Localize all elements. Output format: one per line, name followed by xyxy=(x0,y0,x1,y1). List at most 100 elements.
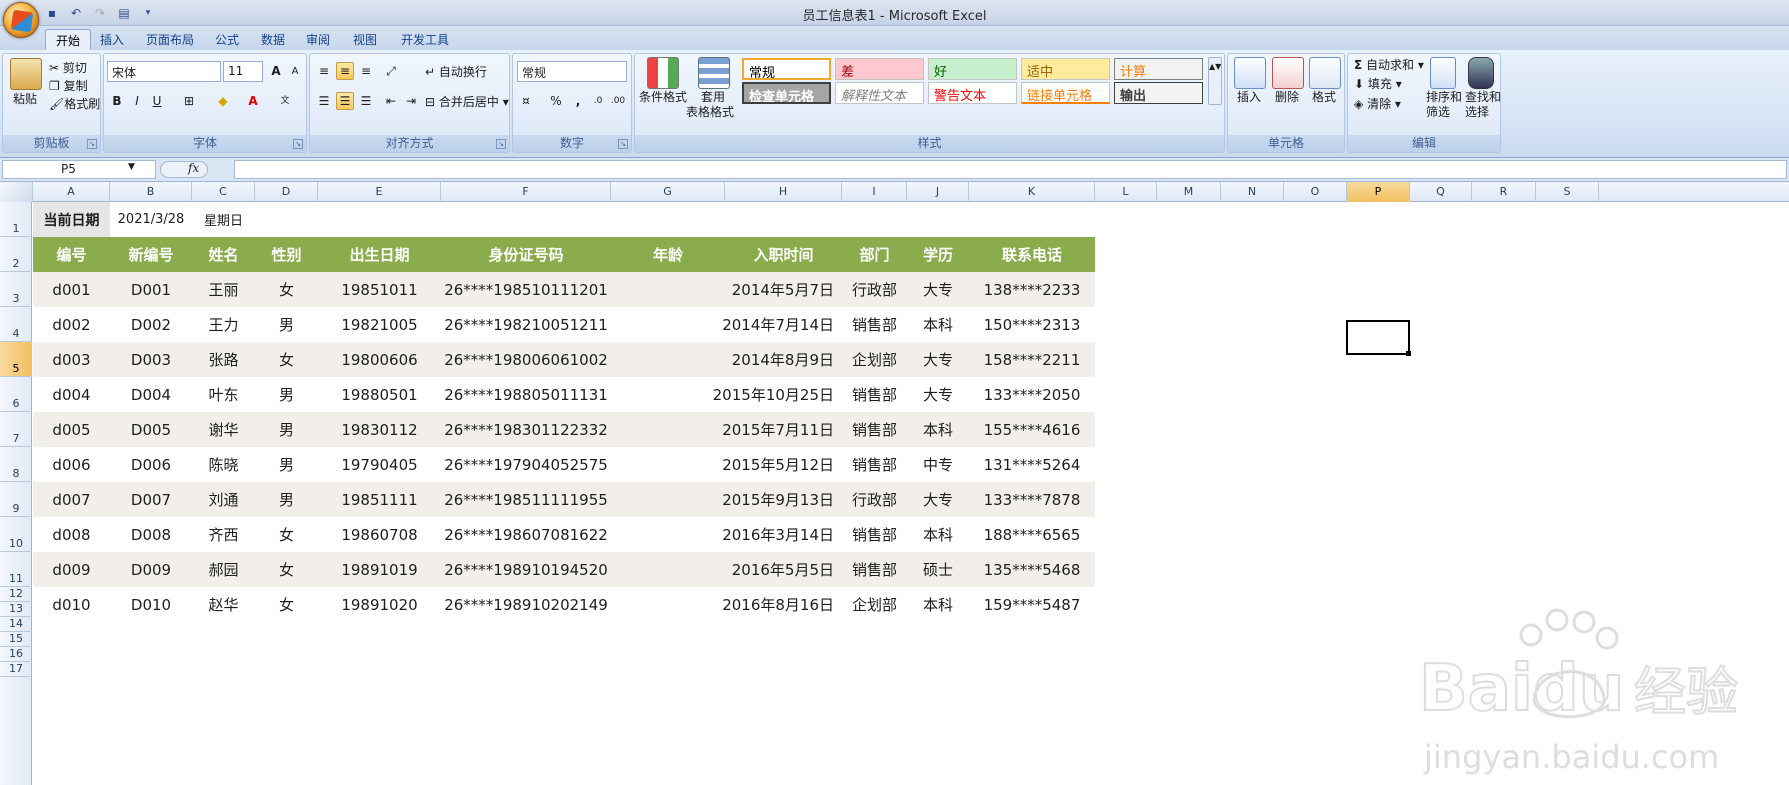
table-cell[interactable]: 王丽 xyxy=(192,272,255,307)
table-cell[interactable]: d003 xyxy=(33,342,110,377)
table-cell[interactable]: d010 xyxy=(33,587,110,622)
fx-icon[interactable]: fx xyxy=(188,161,199,175)
column-header-S[interactable]: S xyxy=(1536,182,1599,202)
table-cell[interactable]: 销售部 xyxy=(842,377,907,412)
save-icon[interactable]: ▪ xyxy=(44,5,60,21)
table-cell[interactable]: 19830112 xyxy=(318,412,441,447)
table-cell[interactable]: 本科 xyxy=(907,517,969,552)
underline-button[interactable]: U xyxy=(148,92,166,110)
office-button[interactable] xyxy=(3,2,39,38)
table-cell[interactable]: D005 xyxy=(110,412,192,447)
tab-0[interactable]: 开始 xyxy=(45,29,92,50)
table-cell[interactable]: 男 xyxy=(255,412,318,447)
column-header-J[interactable]: J xyxy=(907,182,969,202)
delete-button[interactable]: 删除 xyxy=(1275,88,1299,105)
table-cell[interactable]: D008 xyxy=(110,517,192,552)
table-cell[interactable] xyxy=(611,587,725,622)
table-cell[interactable]: 26****198607081622 xyxy=(441,517,611,552)
clipboard-launcher-icon[interactable]: ↘ xyxy=(87,139,97,149)
table-cell[interactable]: 企划部 xyxy=(842,342,907,377)
cell-style-3[interactable]: 适中 xyxy=(1021,58,1110,80)
column-title[interactable]: 入职时间 xyxy=(725,237,842,272)
conditional-format-button[interactable]: 条件格式 xyxy=(639,88,687,105)
column-header-P[interactable]: P xyxy=(1347,182,1410,202)
align-left-icon[interactable]: ☰ xyxy=(315,92,333,110)
table-cell[interactable]: 26****198210051211 xyxy=(441,307,611,342)
table-cell[interactable]: 2015年10月25日 xyxy=(713,377,842,412)
table-cell[interactable]: 2015年7月11日 xyxy=(722,412,842,447)
currency-icon[interactable]: ¤ xyxy=(517,92,535,110)
cell-style-1[interactable]: 差 xyxy=(835,58,924,80)
tab-7[interactable]: 开发工具 xyxy=(391,29,459,50)
table-cell[interactable] xyxy=(611,272,725,307)
table-cell[interactable]: 2016年5月5日 xyxy=(725,552,842,587)
percent-button[interactable]: % xyxy=(547,92,565,110)
table-cell[interactable]: 131****5264 xyxy=(969,447,1095,482)
table-cell[interactable]: 张路 xyxy=(192,342,255,377)
align-bottom-icon[interactable]: ≡ xyxy=(357,62,375,80)
fill-color-icon[interactable]: ◆ xyxy=(214,92,232,110)
alignment-launcher-icon[interactable]: ↘ xyxy=(496,139,506,149)
weekday-cell[interactable]: 星期日 xyxy=(192,202,255,237)
table-cell[interactable]: 大专 xyxy=(907,342,969,377)
row-header-5[interactable]: 5 xyxy=(0,342,32,377)
column-header-F[interactable]: F xyxy=(441,182,611,202)
find-label-2[interactable]: 选择 xyxy=(1465,103,1489,120)
tab-6[interactable]: 视图 xyxy=(343,29,387,50)
table-cell[interactable]: 2014年7月14日 xyxy=(722,307,842,342)
row-header-13[interactable]: 13 xyxy=(0,602,32,617)
sort-label-2[interactable]: 筛选 xyxy=(1426,103,1450,120)
table-cell[interactable]: 叶东 xyxy=(192,377,255,412)
row-header-17[interactable]: 17 xyxy=(0,662,32,677)
column-title[interactable]: 部门 xyxy=(842,237,907,272)
table-cell[interactable]: 本科 xyxy=(907,307,969,342)
wrap-text-button[interactable]: ↵ 自动换行 xyxy=(425,63,487,80)
table-cell[interactable]: 19891020 xyxy=(318,587,441,622)
select-all-corner[interactable] xyxy=(0,182,33,202)
column-title[interactable]: 学历 xyxy=(907,237,969,272)
table-cell[interactable]: 男 xyxy=(255,307,318,342)
binoculars-icon[interactable] xyxy=(1468,57,1494,89)
column-header-D[interactable]: D xyxy=(255,182,318,202)
customize-icon[interactable]: ▾ xyxy=(140,5,156,21)
table-cell[interactable]: d008 xyxy=(33,517,110,552)
column-title[interactable]: 姓名 xyxy=(192,237,255,272)
table-cell[interactable]: 陈晓 xyxy=(192,447,255,482)
table-cell[interactable]: 行政部 xyxy=(842,482,907,517)
delete-cells-icon[interactable] xyxy=(1272,57,1304,89)
table-cell[interactable]: 19851111 xyxy=(318,482,441,517)
table-cell[interactable]: 大专 xyxy=(907,377,969,412)
table-cell[interactable]: 188****6565 xyxy=(969,517,1095,552)
column-header-A[interactable]: A xyxy=(33,182,110,202)
table-cell[interactable] xyxy=(611,552,725,587)
font-name-select[interactable]: 宋体 xyxy=(107,61,221,82)
comma-button[interactable]: , xyxy=(569,92,587,110)
table-cell[interactable]: 王力 xyxy=(192,307,255,342)
column-header-G[interactable]: G xyxy=(611,182,725,202)
table-cell[interactable]: 133****7878 xyxy=(969,482,1095,517)
table-cell[interactable]: 19800606 xyxy=(318,342,441,377)
tab-2[interactable]: 页面布局 xyxy=(136,29,204,50)
fill-handle[interactable] xyxy=(1406,351,1411,356)
table-cell[interactable]: 158****2211 xyxy=(969,342,1095,377)
row-header-7[interactable]: 7 xyxy=(0,412,32,447)
align-middle-icon[interactable]: ≡ xyxy=(336,62,354,80)
column-header-L[interactable]: L xyxy=(1095,182,1157,202)
table-cell[interactable] xyxy=(611,342,725,377)
row-header-12[interactable]: 12 xyxy=(0,587,32,602)
number-launcher-icon[interactable]: ↘ xyxy=(618,139,628,149)
table-cell[interactable]: 155****4616 xyxy=(969,412,1095,447)
format-cells-icon[interactable] xyxy=(1309,57,1341,89)
table-cell[interactable]: 26****197904052575 xyxy=(441,447,611,482)
table-cell[interactable]: 2014年8月9日 xyxy=(725,342,842,377)
table-cell[interactable]: 赵华 xyxy=(192,587,255,622)
column-title[interactable]: 编号 xyxy=(33,237,110,272)
cell-style-8[interactable]: 链接单元格 xyxy=(1021,82,1110,104)
align-center-icon[interactable]: ☰ xyxy=(336,92,354,110)
table-cell[interactable]: 大专 xyxy=(907,272,969,307)
active-cell-P5[interactable] xyxy=(1346,320,1410,355)
table-cell[interactable] xyxy=(611,447,725,482)
table-format-icon[interactable] xyxy=(698,57,730,89)
table-cell[interactable]: 销售部 xyxy=(842,412,907,447)
table-cell[interactable]: 大专 xyxy=(907,482,969,517)
